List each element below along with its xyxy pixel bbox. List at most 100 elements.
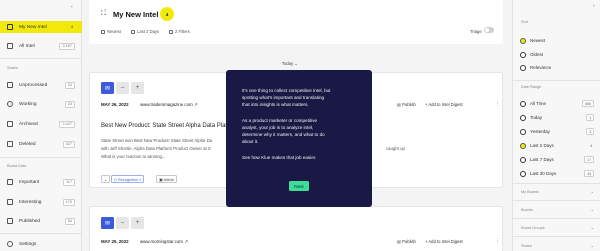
tag-label: Article — [163, 177, 175, 182]
sidebar-item-important[interactable]: Important 117 — [0, 176, 82, 188]
more-options-icon[interactable]: ⋮ — [495, 238, 500, 244]
radio-icon — [520, 156, 526, 163]
publish-button[interactable]: ▤ Publish — [397, 239, 416, 244]
external-link-icon: ↗ — [193, 102, 198, 107]
publish-label: Publish — [402, 239, 416, 244]
collapse-sidebar-icon[interactable]: ‹ — [71, 4, 73, 10]
more-options-icon[interactable]: ⋮ — [495, 101, 500, 107]
sort-option-label: Newest — [530, 38, 546, 43]
sort-option-label: Oldest — [530, 52, 544, 57]
date-option-today[interactable]: Today 1 — [520, 113, 594, 122]
email-action-button[interactable]: ✉ — [101, 82, 114, 94]
sidebar-item-interesting[interactable]: Interesting 176 — [0, 196, 82, 208]
email-action-button[interactable]: ✉ — [101, 217, 114, 229]
sidebar-item-count: 23 — [64, 100, 75, 108]
sidebar-item-archived[interactable]: Archived 2,427 — [0, 118, 82, 130]
chevron-down-icon[interactable]: ⌄ — [591, 207, 594, 212]
my-boards-section[interactable]: My Boards — [521, 190, 539, 194]
date-option-count: 4 — [590, 143, 593, 148]
collapse-panel-icon[interactable]: › — [593, 3, 595, 9]
sort-filter-chip[interactable]: Newest — [101, 29, 121, 34]
tag-recognition[interactable]: ◇ Recognition × — [111, 175, 145, 183]
chevron-down-icon[interactable]: ⌄ — [591, 189, 594, 194]
sidebar-item-label: Settings — [19, 241, 37, 247]
date-option-label: Last 30 Days — [530, 171, 557, 176]
date-divider: Today ⌄ — [282, 61, 298, 66]
source-link[interactable]: www.tradersmagazine.com ↗ — [140, 102, 198, 108]
date-option-count: 43 — [584, 170, 594, 177]
date-option-label: All Time — [530, 101, 547, 106]
sort-option-newest[interactable]: Newest — [520, 36, 594, 45]
date-option-last-30-days[interactable]: Last 30 Days 43 — [520, 169, 594, 178]
close-icon[interactable]: × — [139, 178, 141, 182]
add-to-digest-button[interactable]: + Add to Intel Digest — [425, 239, 463, 244]
sidebar-item-label: All Intel — [19, 43, 35, 49]
tag-article[interactable]: ▣ Article — [156, 175, 178, 183]
add-to-digest-button[interactable]: + Add to Intel Digest — [425, 102, 463, 107]
sidebar-item-settings[interactable]: Settings — [0, 238, 82, 250]
card-title[interactable]: Best New Product: State Street Alpha Dat… — [101, 123, 229, 129]
sort-option-oldest[interactable]: Oldest — [520, 50, 594, 59]
sidebar-item-count: 427 — [62, 140, 75, 148]
modal-text-line: about it. — [242, 139, 259, 144]
date-option-label: Yesterday — [530, 129, 550, 134]
modal-text-line: determine why it matters, and what to do — [242, 132, 325, 137]
archive-icon — [7, 121, 13, 127]
filter-icon — [169, 29, 173, 34]
sidebar-item-label: My New Intel — [19, 24, 47, 30]
sidebar-item-unprocessed[interactable]: Unprocessed 20 — [0, 79, 82, 91]
sidebar-item-label: Important — [19, 179, 40, 185]
date-option-count: 580 — [582, 100, 594, 107]
minus-action-button[interactable]: – — [116, 82, 129, 94]
filters-chip[interactable]: 2 Filters — [169, 29, 190, 34]
sidebar-item-label: Published — [19, 218, 41, 224]
radio-icon — [520, 64, 526, 71]
sidebar-item-published[interactable]: Published 54 — [0, 215, 82, 227]
date-option-label: Last 7 Days — [530, 157, 554, 162]
intel-icon — [7, 43, 13, 49]
sidebar-item-count: 20 — [64, 81, 75, 89]
source-link-text: www.morningstar.com — [140, 239, 183, 244]
triage-toggle[interactable] — [484, 27, 494, 33]
add-digest-label: Add to Intel Digest — [428, 239, 463, 244]
boards-section[interactable]: Boards — [521, 208, 533, 212]
date-option-last-7-days[interactable]: Last 7 Days 17 — [520, 155, 594, 164]
sidebar-item-count: 117 — [62, 178, 75, 186]
date-divider-label: Today — [282, 61, 294, 66]
publish-button[interactable]: ▤ Publish — [397, 102, 416, 107]
sidebar-item-count: 176 — [62, 198, 75, 206]
date-option-last-2-days[interactable]: Last 2 Days 4 — [520, 141, 594, 150]
date-range-heading: Date Range — [521, 85, 542, 89]
minus-icon: – — [120, 220, 125, 226]
sidebar-item-my-new-intel[interactable]: My New Intel 4 — [0, 21, 82, 33]
minus-action-button[interactable]: – — [116, 217, 129, 229]
page-title: My New Intel — [113, 10, 159, 19]
sidebar-item-count: 2,427 — [59, 120, 75, 128]
send-icon — [7, 218, 13, 224]
plus-action-button[interactable]: + — [131, 82, 144, 94]
modal-text-line: spotting what's important and translatin… — [242, 95, 325, 100]
next-button[interactable]: Next — [289, 181, 309, 191]
sidebar-item-deleted[interactable]: Deleted 427 — [0, 138, 82, 150]
sort-icon — [101, 29, 105, 34]
board-groups-section[interactable]: Board Groups — [521, 226, 545, 230]
source-link[interactable]: www.morningstar.com ↗ — [140, 239, 188, 245]
sort-option-label: Relevance — [530, 65, 552, 70]
inbox-icon — [7, 82, 13, 88]
modal-text-line: that into insights is what matters. — [242, 102, 309, 107]
date-option-yesterday[interactable]: Yesterday 3 — [520, 127, 594, 136]
sidebar-item-label: Deleted — [19, 141, 36, 147]
sidebar-item-all-intel[interactable]: All Intel 3,187 — [0, 40, 82, 52]
chevron-down-icon[interactable]: ⌄ — [591, 243, 594, 248]
radio-icon — [520, 114, 526, 121]
states-section[interactable]: States — [521, 244, 532, 248]
date-option-label: Last 2 Days — [530, 143, 554, 148]
tag-menu[interactable]: ⌄ — [101, 175, 111, 183]
publish-icon: ▤ — [397, 102, 401, 107]
plus-action-button[interactable]: + — [131, 217, 144, 229]
sort-option-relevance[interactable]: Relevance — [520, 63, 594, 72]
chevron-down-icon[interactable]: ⌄ — [591, 225, 594, 230]
date-option-all-time[interactable]: All Time 580 — [520, 99, 594, 108]
sidebar-item-working[interactable]: Working 23 — [0, 98, 82, 110]
date-filter-chip[interactable]: Last 2 Days — [131, 29, 159, 34]
